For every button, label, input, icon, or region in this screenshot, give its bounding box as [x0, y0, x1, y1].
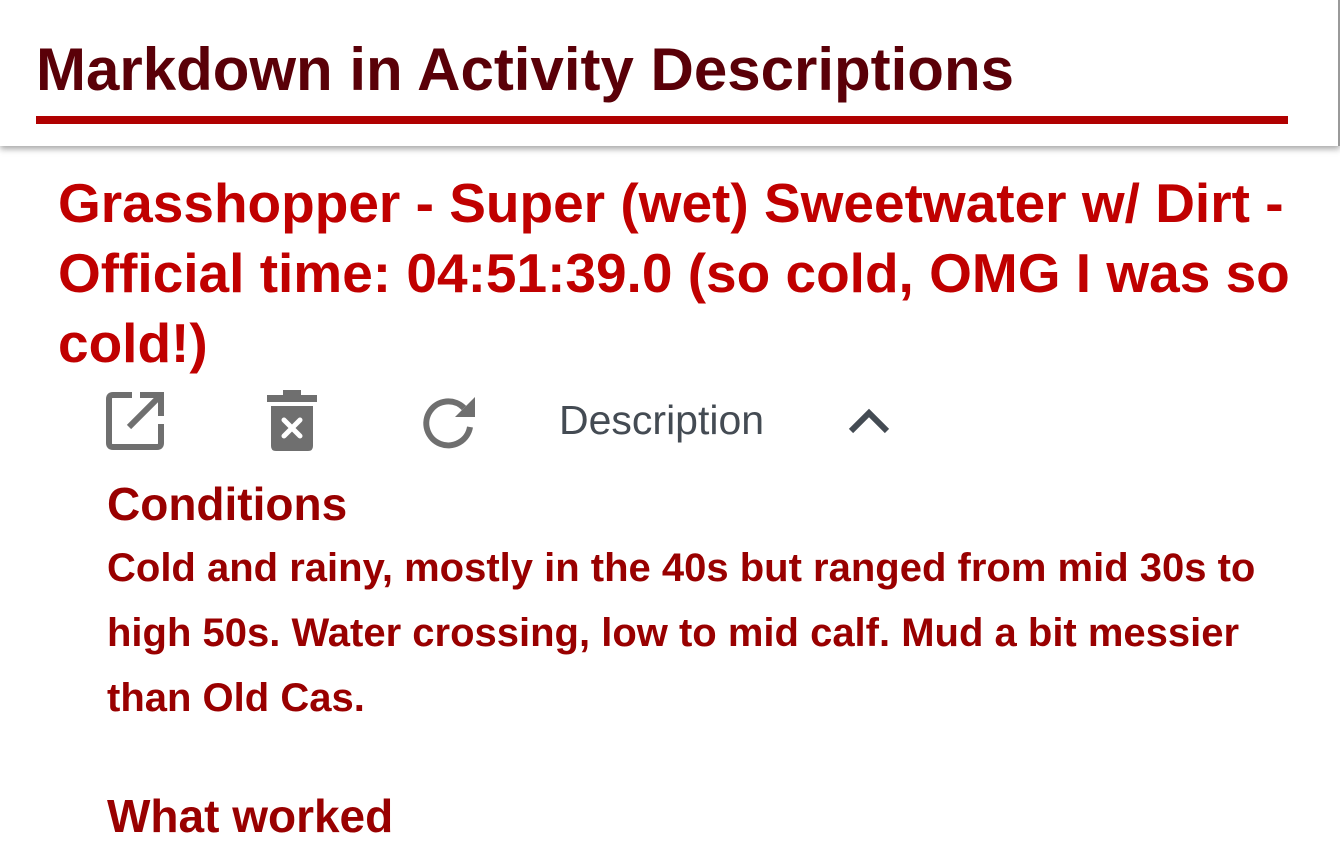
delete-icon[interactable]: [266, 390, 318, 457]
page-title: Markdown in Activity Descriptions: [36, 36, 1014, 103]
title-underline: [36, 116, 1288, 124]
activity-toolbar: [0, 386, 1000, 458]
open-in-new-icon[interactable]: [104, 390, 166, 457]
description-content: Conditions Cold and rainy, mostly in the…: [107, 476, 1287, 842]
description-label[interactable]: Description: [559, 396, 764, 444]
header-bar: Markdown in Activity Descriptions: [0, 0, 1340, 146]
activity-title[interactable]: Grasshopper - Super (wet) Sweetwater w/ …: [58, 168, 1298, 378]
page: Markdown in Activity Descriptions Grassh…: [0, 0, 1340, 860]
section-text-conditions: Cold and rainy, mostly in the 40s but ra…: [107, 546, 1256, 720]
section-heading-what-worked: What worked: [107, 790, 394, 842]
section-heading-conditions: Conditions: [107, 478, 348, 530]
chevron-up-icon[interactable]: [846, 406, 892, 441]
refresh-icon[interactable]: [420, 394, 478, 455]
